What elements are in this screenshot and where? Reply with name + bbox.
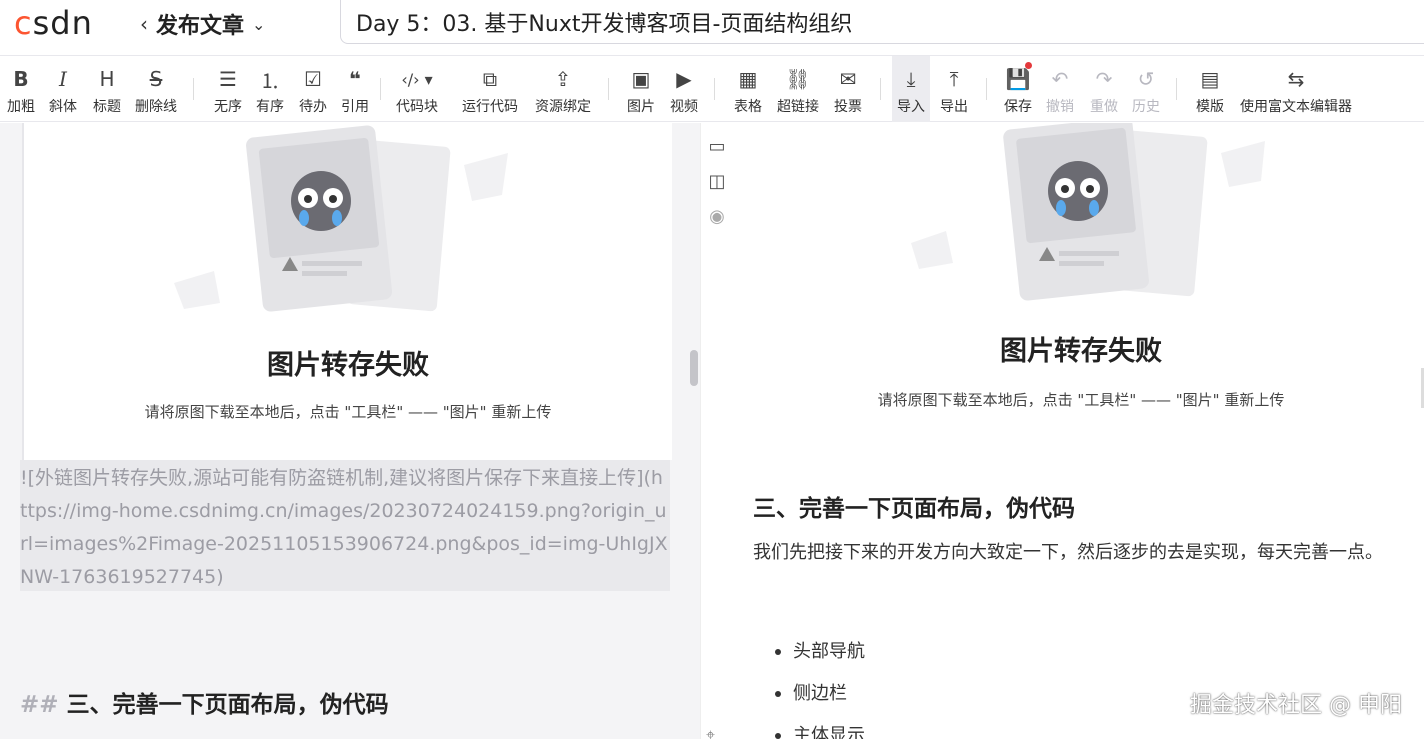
chevron-down-icon[interactable]: ⌄ [252,15,265,34]
video-button[interactable]: ▶ 视频 [664,56,704,122]
switch-rich-editor-button[interactable]: ⇆ 使用富文本编辑器 [1234,56,1358,122]
template-icon: ▤ [1200,67,1220,91]
table-icon: ▦ [738,67,758,91]
hyperlink-button[interactable]: ⛓ 超链接 [772,56,824,122]
video-icon: ▶ [676,67,692,91]
table-button[interactable]: ▦ 表格 [728,56,768,122]
list-item: 头部导航 [773,631,865,673]
csdn-logo[interactable]: csdn [14,4,93,42]
editor-toolbar: B 加粗 I 斜体 H 标题 S 删除线 ☰ 无序 ⒈ 有序 ☑ 待办 ❝ 引用… [0,56,1424,122]
toolbar-divider [1176,78,1177,100]
save-icon: 💾 [1005,67,1031,91]
image-icon: ▣ [631,67,651,91]
image-button[interactable]: ▣ 图片 [622,56,660,122]
markdown-heading-text: 三、完善一下页面布局，伪代码 [66,692,389,718]
markdown-image-syntax[interactable]: ![外链图片转存失败,源站可能有防盗链机制,建议将图片保存下来直接上传](htt… [20,460,670,591]
publish-article-label: 发布文章 [156,14,245,39]
broken-image-illustration [174,125,508,312]
markdown-editor-app: csdn ‹ 发布文章 ⌄ Day 5：03. 基于Nuxt开发博客项目-页面结… [0,0,1424,739]
export-button[interactable]: ⤒ 导出 [934,56,974,122]
heading-icon: H [99,67,115,91]
code-block-button[interactable]: ‹/› ▾ 代码块 [388,56,446,122]
eye-icon[interactable]: ◉ [704,203,730,229]
redo-icon: ↷ [1095,67,1113,91]
vote-button[interactable]: ✉ 投票 [828,56,868,122]
markdown-heading[interactable]: ## 三、完善一下页面布局，伪代码 [20,685,389,719]
split-view-icon[interactable]: ◫ [704,168,730,194]
quote-button[interactable]: ❝ 引用 [336,56,374,122]
unsaved-indicator [1025,62,1032,69]
preview-failed-image: 图片转存失败 请将原图下载至本地后，点击 "工具栏" —— "图片" 重新上传 [741,123,1421,423]
resource-bind-button[interactable]: ⇪ 资源绑定 [530,56,596,122]
preview-bullet-list: 头部导航 侧边栏 主体显示 [773,631,865,739]
image-fail-subtitle: 请将原图下载至本地后，点击 "工具栏" —— "图片" 重新上传 [144,403,552,421]
resource-bind-icon: ⇪ [554,67,572,91]
toolbar-divider [380,78,381,100]
single-column-icon[interactable]: ▭ [704,133,730,159]
preview-broken-image-illustration [911,123,1265,301]
bold-button[interactable]: B 加粗 [2,56,40,122]
vote-icon: ✉ [839,67,857,91]
failed-image-placeholder: 图片转存失败 请将原图下载至本地后，点击 "工具栏" —— "图片" 重新上传 [22,123,672,460]
article-title-input[interactable]: Day 5：03. 基于Nuxt开发博客项目-页面结构组织 [340,0,1424,44]
undo-icon: ↶ [1051,67,1069,91]
redo-button[interactable]: ↷ 重做 [1084,56,1124,122]
strikethrough-icon: S [149,67,163,91]
toolbar-divider [880,78,881,100]
publish-article-menu[interactable]: ‹ 发布文章 ⌄ [140,8,265,40]
image-fail-title: 图片转存失败 [267,350,429,381]
juejin-watermark: 掘金技术社区 @ 申阳 [1190,693,1402,718]
heading-hash-marker: ## [20,692,59,718]
preview-heading: 三、完善一下页面布局，伪代码 [753,496,1075,522]
chevron-left-icon[interactable]: ‹ [140,12,148,36]
markdown-editor-pane[interactable]: 图片转存失败 请将原图下载至本地后，点击 "工具栏" —— "图片" 重新上传 … [0,123,700,739]
list-item: 主体显示 [773,715,865,739]
template-button[interactable]: ▤ 模版 [1190,56,1230,122]
run-code-button[interactable]: ⧉ 运行代码 [456,56,524,122]
preview-image-fail-subtitle: 请将原图下载至本地后，点击 "工具栏" —— "图片" 重新上传 [877,391,1285,409]
preview-side-tools: ▭ ◫ ◉ [704,133,730,238]
toolbar-divider [193,78,194,100]
heading-button[interactable]: H 标题 [88,56,126,122]
toolbar-divider [986,78,987,100]
run-code-icon: ⧉ [482,67,498,91]
italic-button[interactable]: I 斜体 [44,56,82,122]
toolbar-divider [608,78,609,100]
export-icon: ⤒ [949,67,959,91]
preview-paragraph: 我们先把接下来的开发方向大致定一下，然后逐步的去是实现，每天完善一点。 [753,542,1383,563]
unordered-list-icon: ☰ [219,67,237,91]
quote-icon: ❝ [349,67,361,91]
save-button[interactable]: 💾 保存 [998,56,1038,122]
switch-editor-icon: ⇆ [1287,67,1305,91]
todo-list-button[interactable]: ☑ 待办 [293,56,333,122]
italic-icon: I [59,67,67,91]
history-button[interactable]: ↺ 历史 [1126,56,1166,122]
preview-image-fail-title: 图片转存失败 [1000,336,1162,367]
code-icon: ‹/› ▾ [401,69,433,89]
toolbar-divider [714,78,715,100]
import-icon: ⤓ [906,67,916,91]
ordered-list-button[interactable]: ⒈ 有序 [250,56,290,122]
bold-icon: B [13,67,29,91]
unordered-list-button[interactable]: ☰ 无序 [208,56,248,122]
top-header: csdn ‹ 发布文章 ⌄ Day 5：03. 基于Nuxt开发博客项目-页面结… [0,0,1424,56]
editor-scrollbar-thumb[interactable] [690,350,698,386]
import-button[interactable]: ⤓ 导入 [892,56,930,122]
preview-pane: ▭ ◫ ◉ 图片转存失败 请将原图下载至本地后，点击 "工具栏" —— "图片"… [700,123,1424,739]
undo-button[interactable]: ↶ 撤销 [1040,56,1080,122]
list-item: 侧边栏 [773,673,865,715]
ordered-list-icon: ⒈ [260,68,280,93]
strikethrough-button[interactable]: S 删除线 [131,56,181,122]
history-icon: ↺ [1137,67,1155,91]
crosshair-icon[interactable]: ⌖ [706,725,715,739]
link-icon: ⛓ [785,67,811,91]
todo-list-icon: ☑ [304,67,322,91]
